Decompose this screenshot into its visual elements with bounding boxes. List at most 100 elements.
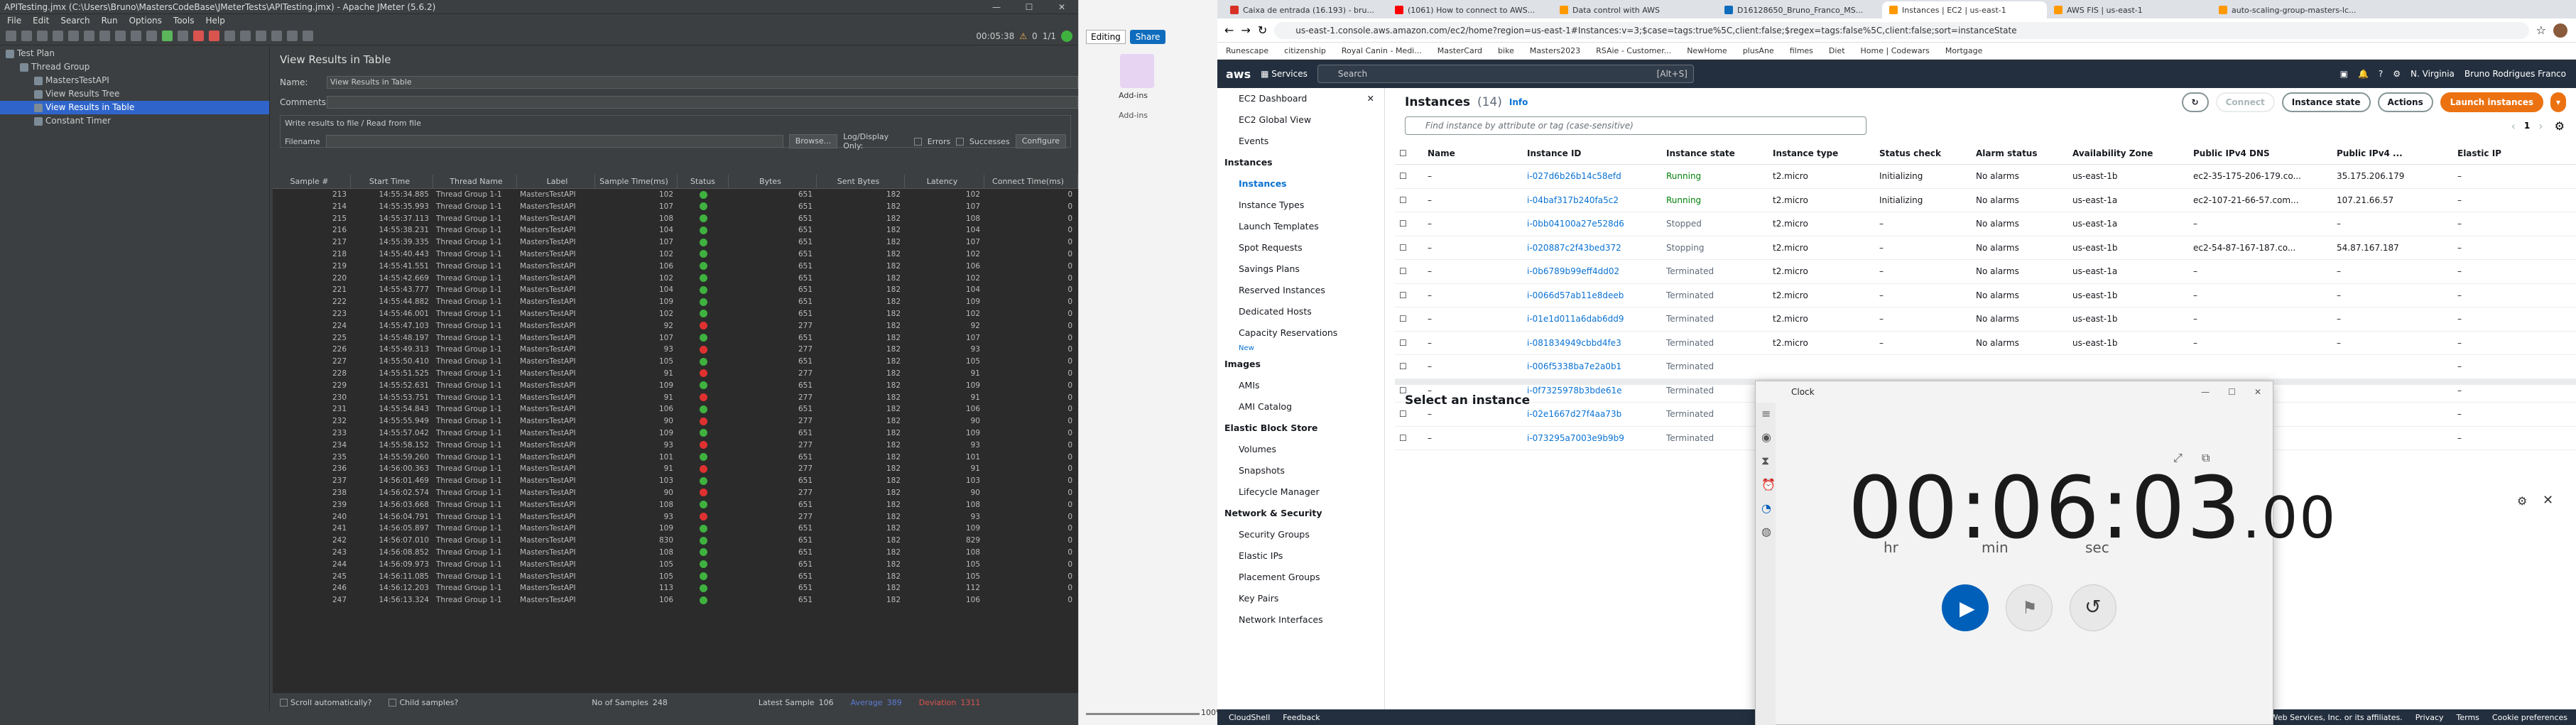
instance-row[interactable]: ☐ – i-01e1d011a6dab6dd9 Terminated t2.micro –… <box>1395 307 2576 332</box>
new-icon[interactable] <box>6 31 16 41</box>
close-icon[interactable]: ✕ <box>1045 0 1078 14</box>
warning-icon[interactable]: ⚠ <box>1019 31 1027 41</box>
cloudshell-link[interactable]: CloudShell <box>1229 713 1270 722</box>
add-ins-icon[interactable] <box>1120 54 1154 88</box>
table-row[interactable]: 231 14:55:54.843 Thread Group 1-1 MastersTe… <box>273 403 1078 415</box>
row-checkbox[interactable]: ☐ <box>1395 409 1423 419</box>
menu-tools[interactable]: Tools <box>173 16 195 26</box>
column-header[interactable]: Instance state <box>1662 148 1768 158</box>
table-row[interactable]: 221 14:55:43.777 Thread Group 1-1 MastersTe… <box>273 284 1078 296</box>
table-row[interactable]: 243 14:56:08.852 Thread Group 1-1 MastersTe… <box>273 547 1078 559</box>
column-header[interactable]: Instance ID <box>1523 148 1662 158</box>
table-row[interactable]: 236 14:56:00.363 Thread Group 1-1 MastersTe… <box>273 463 1078 475</box>
scroll-auto-checkbox[interactable] <box>280 698 288 707</box>
lap-button[interactable]: ⚑ <box>2006 584 2053 631</box>
browse-button[interactable]: Browse... <box>788 134 838 148</box>
row-checkbox[interactable]: ☐ <box>1395 338 1423 348</box>
table-row[interactable]: 220 14:55:42.669 Thread Group 1-1 MastersTe… <box>273 273 1078 285</box>
menu-help[interactable]: Help <box>205 16 224 26</box>
table-row[interactable]: 225 14:55:48.197 Thread Group 1-1 MastersTe… <box>273 332 1078 344</box>
row-checkbox[interactable]: ☐ <box>1395 314 1423 324</box>
aws-search-input[interactable]: Search [Alt+S] <box>1317 65 1694 83</box>
alarm-icon[interactable]: ⏰ <box>1761 478 1776 491</box>
collapse-icon[interactable] <box>131 31 141 41</box>
browser-tab[interactable]: Data control with AWS <box>1553 1 1717 18</box>
instance-id-link[interactable]: i-04baf317b240fa5c2 <box>1523 195 1662 205</box>
column-header[interactable]: Status check <box>1875 148 1972 158</box>
column-header[interactable]: Bytes <box>729 175 817 188</box>
reset-button[interactable]: ↺ <box>2070 584 2116 631</box>
sidebar-section[interactable]: Network & Security <box>1217 503 1384 524</box>
table-row[interactable]: 223 14:55:46.001 Thread Group 1-1 MastersTe… <box>273 308 1078 320</box>
instance-id-link[interactable]: i-081834949cbbd4fe3 <box>1523 338 1662 348</box>
bookmark-item[interactable]: MasterCard <box>1438 46 1482 55</box>
instance-id-link[interactable]: i-006f5338ba7e2a0b1 <box>1523 361 1662 371</box>
sidebar-item[interactable]: Instance Types <box>1217 195 1384 216</box>
toggle-icon[interactable] <box>146 31 157 41</box>
play-button[interactable]: ▶ <box>1942 584 1989 631</box>
find-instance-input[interactable]: Find instance by attribute or tag (case-… <box>1405 116 1866 135</box>
table-row[interactable]: 247 14:56:13.324 Thread Group 1-1 MastersTe… <box>273 594 1078 606</box>
table-row[interactable]: 240 14:56:04.791 Thread Group 1-1 MastersTe… <box>273 511 1078 523</box>
sidebar-item[interactable]: Capacity Reservations <box>1217 322 1384 344</box>
column-header[interactable]: Sample Time(ms) <box>595 175 678 188</box>
templates-icon[interactable] <box>21 31 32 41</box>
bookmark-item[interactable]: Diet <box>1829 46 1845 55</box>
sidebar-item[interactable]: Key Pairs <box>1217 588 1384 609</box>
sidebar-item[interactable]: Security Groups <box>1217 524 1384 545</box>
copy-icon[interactable] <box>84 31 94 41</box>
sidebar-item[interactable]: EC2 Global View <box>1217 109 1384 131</box>
column-header[interactable]: Name <box>1423 148 1523 158</box>
sidebar-item[interactable]: Instances <box>1217 173 1384 195</box>
sidebar-item[interactable]: Spot Requests <box>1217 237 1384 258</box>
name-field[interactable]: View Results in Table <box>326 76 1078 89</box>
filename-field[interactable] <box>325 135 783 148</box>
tree-item[interactable]: Test Plan <box>0 47 269 60</box>
reload-icon[interactable]: ↻ <box>1258 23 1267 37</box>
instance-row[interactable]: ☐ – i-0066d57ab11e8deeb Terminated t2.micro –… <box>1395 284 2576 307</box>
row-checkbox[interactable]: ☐ <box>1395 290 1423 300</box>
back-icon[interactable]: ← <box>1224 23 1234 37</box>
instance-state-button[interactable]: Instance state <box>2281 92 2371 112</box>
sidebar-item[interactable]: Lifecycle Manager <box>1217 481 1384 503</box>
launch-dropdown-icon[interactable]: ▾ <box>2550 92 2566 112</box>
instance-row[interactable]: ☐ – i-081834949cbbd4fe3 Terminated t2.micro –… <box>1395 332 2576 355</box>
table-row[interactable]: 227 14:55:50.410 Thread Group 1-1 MastersTe… <box>273 356 1078 368</box>
bookmark-item[interactable]: Mortgage <box>1945 46 1983 55</box>
sidebar-section[interactable]: Instances <box>1217 152 1384 173</box>
column-header[interactable]: Instance type <box>1768 148 1875 158</box>
bookmark-item[interactable]: RSAie - Customer... <box>1596 46 1671 55</box>
column-header[interactable]: Status <box>678 175 729 188</box>
configure-button[interactable]: Configure <box>1015 134 1067 148</box>
instance-id-link[interactable]: i-073295a7003e9b9b9 <box>1523 433 1662 443</box>
browser-tab[interactable]: (1061) How to connect to AWS... <box>1388 1 1553 18</box>
bookmark-item[interactable]: filmes <box>1790 46 1813 55</box>
row-checkbox[interactable]: ☐ <box>1395 219 1423 229</box>
column-header[interactable]: Availability Zone <box>2068 148 2189 158</box>
save-icon[interactable] <box>53 31 63 41</box>
instance-row[interactable]: ☐ – i-027d6b26b14c58efd Running t2.micro Init… <box>1395 165 2576 189</box>
bookmark-item[interactable]: bike <box>1498 46 1514 55</box>
select-all-checkbox[interactable]: ☐ <box>1395 148 1423 158</box>
bookmark-item[interactable]: plusAne <box>1743 46 1774 55</box>
paste-icon[interactable] <box>99 31 110 41</box>
bookmark-item[interactable]: Runescape <box>1226 46 1268 55</box>
browser-tab[interactable]: Caixa de entrada (16.193) - bru... <box>1223 1 1388 18</box>
cut-icon[interactable] <box>68 31 79 41</box>
table-row[interactable]: 238 14:56:02.574 Thread Group 1-1 MastersTe… <box>273 487 1078 499</box>
menu-edit[interactable]: Edit <box>33 16 49 26</box>
errors-checkbox[interactable] <box>914 137 922 146</box>
sidebar-item[interactable]: Reserved Instances <box>1217 280 1384 301</box>
bookmark-item[interactable]: citizenship <box>1284 46 1326 55</box>
instance-row[interactable]: ☐ – i-006f5338ba7e2a0b1 Terminated – <box>1395 355 2576 379</box>
instance-id-link[interactable]: i-020887c2f43bed372 <box>1523 243 1662 253</box>
expand-icon[interactable] <box>115 31 126 41</box>
sidebar-item[interactable]: AMI Catalog <box>1217 396 1384 418</box>
sidebar-close-icon[interactable]: ✕ <box>1367 88 1374 109</box>
profile-avatar[interactable] <box>2553 23 2567 38</box>
address-bar[interactable]: us-east-1.console.aws.amazon.com/ec2/hom… <box>1274 21 2529 39</box>
bookmark-item[interactable]: NewHome <box>1687 46 1727 55</box>
instance-id-link[interactable]: i-027d6b26b14c58efd <box>1523 171 1662 181</box>
table-row[interactable]: 246 14:56:12.203 Thread Group 1-1 MastersTe… <box>273 582 1078 594</box>
clear-icon[interactable] <box>224 31 235 41</box>
